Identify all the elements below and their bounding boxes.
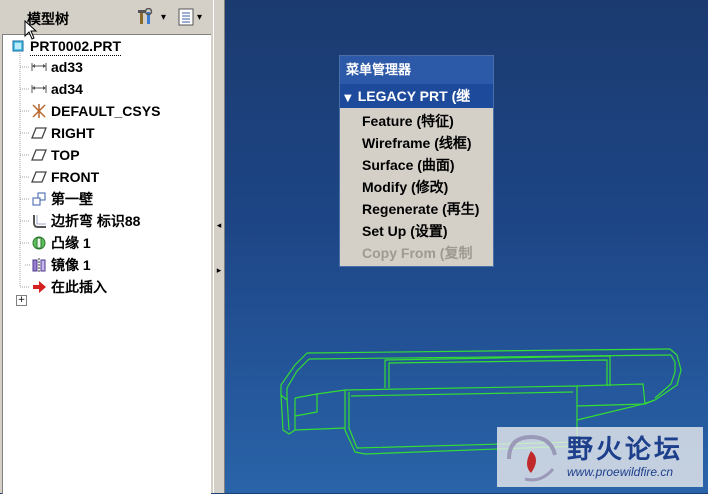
menu-item-copy-from: Copy From (复制 — [362, 245, 473, 261]
tools-icon — [138, 8, 153, 24]
list-view-icon — [178, 8, 194, 26]
watermark-title: 野火论坛 — [567, 434, 684, 464]
datum-plane-icon — [31, 147, 47, 163]
tree-item-ad34[interactable]: ad34 — [31, 78, 83, 100]
tree-settings-button[interactable]: ▾ — [138, 8, 166, 26]
collapse-left-icon[interactable]: ◂ — [215, 215, 223, 237]
tree-item-label: 第一壁 — [51, 191, 93, 207]
tree-show-button[interactable]: ▾ — [178, 8, 202, 26]
expand-right-icon[interactable]: ▸ — [215, 260, 223, 282]
menu-item-regenerate[interactable]: Regenerate (再生) — [362, 198, 479, 220]
first-wall-icon — [31, 191, 47, 207]
menu-item-wireframe[interactable]: Wireframe (线框) — [362, 132, 472, 154]
tree-item-label: RIGHT — [51, 125, 95, 141]
tree-item-label: 在此插入 — [51, 279, 107, 295]
tree-item-label: ad34 — [51, 81, 83, 97]
mouse-cursor-icon — [24, 20, 38, 40]
menu-item-feature[interactable]: Feature (特征) — [362, 110, 454, 132]
model-tree: PRT0002.PRT ad33 ad34 DEFAULT_CSYS RIGHT — [2, 34, 211, 494]
tree-item-default-csys[interactable]: DEFAULT_CSYS — [31, 100, 160, 122]
menu-item-setup[interactable]: Set Up (设置) — [362, 220, 448, 242]
tree-item-label: 镜像 1 — [51, 257, 91, 273]
panel-splitter[interactable]: ◂ ▸ — [213, 0, 225, 493]
mirror-icon — [31, 257, 47, 273]
forum-watermark: 野火论坛 www.proewildfire.cn — [497, 427, 703, 487]
tree-item-label: ad33 — [51, 59, 83, 75]
edge-bend-icon — [31, 213, 47, 229]
tree-item-first-wall[interactable]: 第一壁 — [31, 188, 93, 210]
tree-item-flange[interactable]: 凸缘 1 — [31, 232, 91, 254]
menu-header-label: LEGACY PRT (继 — [357, 88, 471, 104]
datum-plane-icon — [31, 125, 47, 141]
chevron-down-icon: ▾ — [161, 11, 167, 23]
model-tree-panel: 模型树 ▾ ▾ PRT0002.PRT ad33 ad34 DEFAULT_CS… — [0, 0, 213, 494]
tree-item-label: 凸缘 1 — [51, 235, 91, 251]
tree-item-mirror[interactable]: 镜像 1 — [31, 254, 91, 276]
tree-item-label: 边折弯 标识88 — [51, 213, 141, 229]
menu-manager-title: 菜单管理器 — [340, 56, 493, 84]
tree-item-top[interactable]: TOP — [31, 144, 80, 166]
tree-item-insert-here[interactable]: 在此插入 — [31, 276, 107, 298]
tree-item-front[interactable]: FRONT — [31, 166, 99, 188]
triangle-down-icon: ▼ — [344, 93, 352, 104]
menu-item-modify[interactable]: Modify (修改) — [362, 176, 448, 198]
dimension-icon — [31, 59, 47, 75]
insert-arrow-icon — [31, 279, 47, 295]
menu-header-legacy-prt[interactable]: ▼ LEGACY PRT (继 — [340, 84, 493, 108]
menu-item-surface[interactable]: Surface (曲面) — [362, 154, 455, 176]
chevron-down-icon: ▾ — [197, 11, 203, 23]
expand-toggle[interactable]: + — [16, 295, 27, 306]
menu-manager: 菜单管理器 ▼ LEGACY PRT (继 Feature (特征) Wirefr… — [339, 55, 494, 267]
watermark-url: www.proewildfire.cn — [567, 465, 674, 479]
tree-item-ad33[interactable]: ad33 — [31, 56, 83, 78]
tree-item-label: PRT0002.PRT — [30, 37, 122, 56]
tree-item-label: TOP — [51, 147, 80, 163]
tree-item-label: DEFAULT_CSYS — [51, 103, 161, 119]
tree-item-label: FRONT — [51, 169, 100, 185]
tree-item-right[interactable]: RIGHT — [31, 122, 95, 144]
part-icon — [10, 38, 26, 54]
datum-plane-icon — [31, 169, 47, 185]
csys-icon — [31, 103, 47, 119]
tree-item-edge-bend[interactable]: 边折弯 标识88 — [31, 210, 140, 232]
wildfire-logo-icon — [507, 434, 557, 482]
dimension-icon — [31, 81, 47, 97]
flange-icon — [31, 235, 47, 251]
